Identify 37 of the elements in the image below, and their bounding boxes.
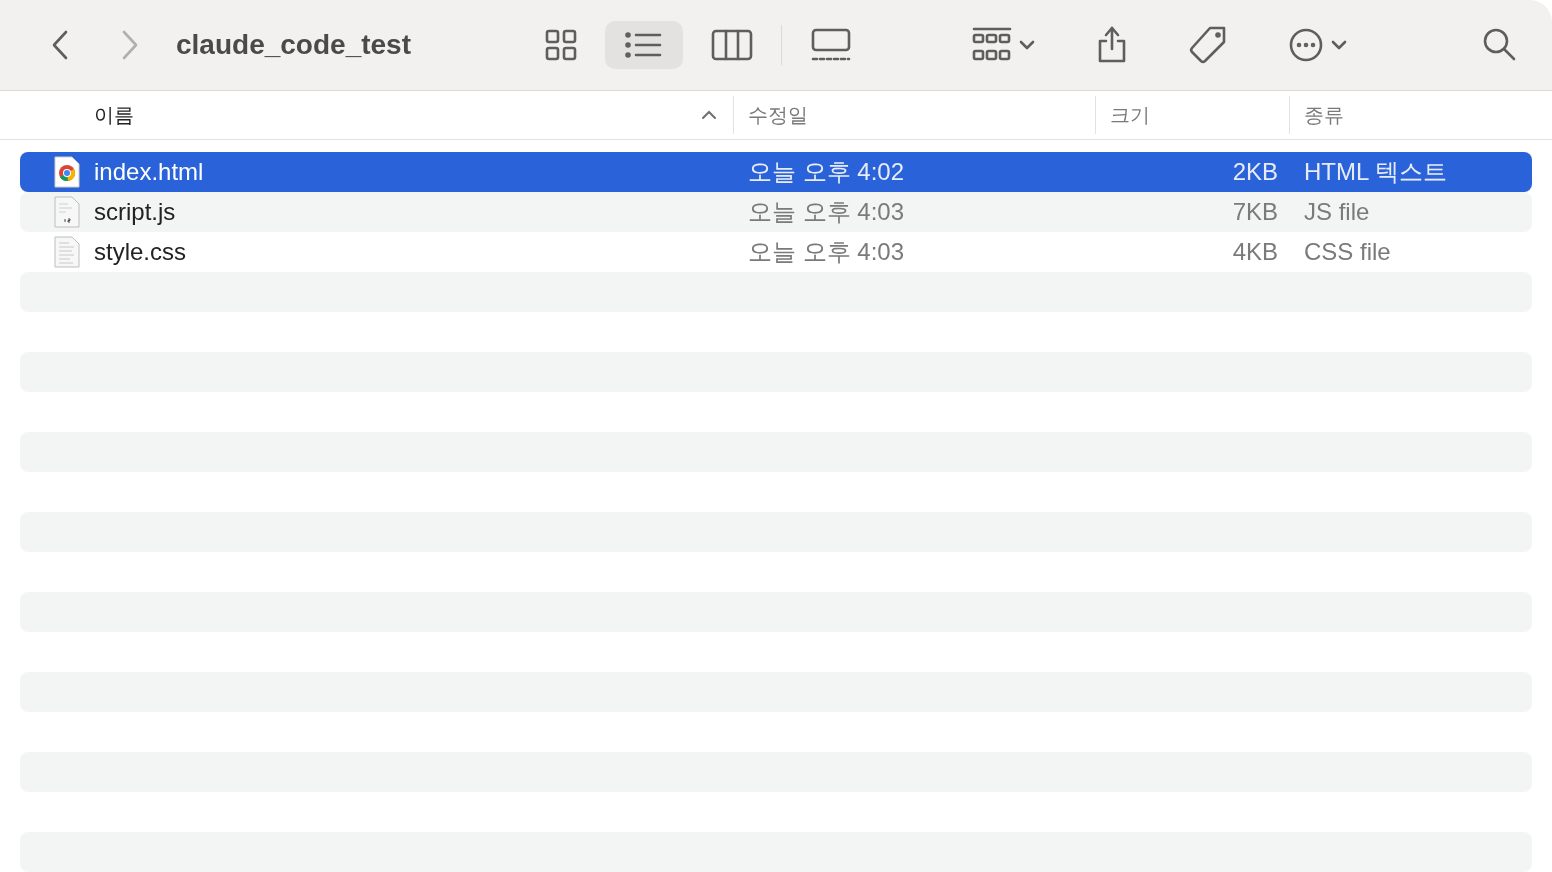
file-name: script.js xyxy=(94,197,176,227)
file-type: JS file xyxy=(1304,198,1370,225)
file-row[interactable]: index.html 오늘 오후 4:02 2KB HTML 텍스트 xyxy=(20,152,1532,192)
tag-icon xyxy=(1188,25,1228,65)
file-size: 2KB xyxy=(1232,158,1278,185)
file-row[interactable]: script.js 오늘 오후 4:03 7KB JS file xyxy=(20,192,1532,232)
list-view-button[interactable] xyxy=(605,21,683,69)
columns-icon xyxy=(711,29,753,61)
column-header[interactable]: 이름 xyxy=(94,100,134,130)
file-type: CSS file xyxy=(1304,238,1391,265)
caret-icon xyxy=(1330,38,1348,52)
js-file-icon xyxy=(54,196,80,228)
folder-title: claude_code_test xyxy=(176,28,411,62)
chrome-file-icon xyxy=(54,156,80,188)
caret-icon xyxy=(1018,38,1036,52)
column-header[interactable]: 크기 xyxy=(1110,100,1150,130)
ellipsis-circle-icon xyxy=(1288,27,1324,63)
chevron-left-icon xyxy=(50,29,70,61)
file-name: style.css xyxy=(94,237,186,267)
group-icon xyxy=(972,27,1012,63)
column-header[interactable]: 종류 xyxy=(1304,100,1344,130)
grid-icon xyxy=(545,29,577,61)
list-icon xyxy=(625,31,663,59)
file-row[interactable]: style.css 오늘 오후 4:03 4KB CSS file xyxy=(20,232,1532,272)
file-type: HTML 텍스트 xyxy=(1304,158,1448,185)
modified-date: 오늘 오후 4:03 xyxy=(748,198,905,225)
modified-date: 오늘 오후 4:02 xyxy=(748,158,905,185)
modified-date: 오늘 오후 4:03 xyxy=(748,238,905,265)
share-icon xyxy=(1096,25,1128,65)
chevron-right-icon xyxy=(120,29,140,61)
text-file-icon xyxy=(54,236,80,268)
search-icon xyxy=(1482,27,1518,63)
file-size: 7KB xyxy=(1232,198,1278,225)
file-size: 4KB xyxy=(1232,238,1278,265)
column-header[interactable]: 수정일 xyxy=(748,100,808,130)
file-name: index.html xyxy=(94,157,204,187)
gallery-icon xyxy=(810,28,852,62)
